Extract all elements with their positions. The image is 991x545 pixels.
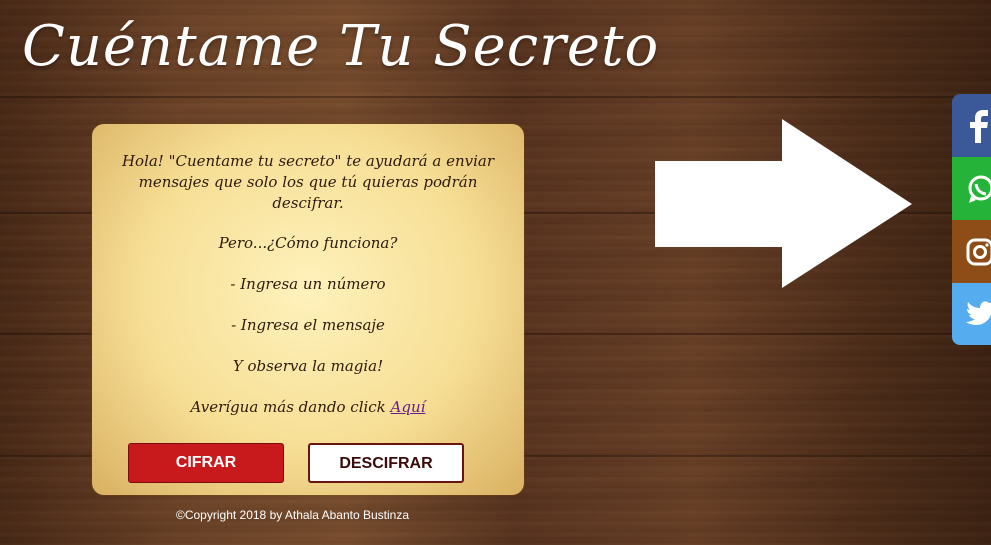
encrypt-button[interactable]: CIFRAR bbox=[128, 443, 284, 483]
outcome-text: Y observa la magia! bbox=[232, 357, 384, 375]
more-info-line: Averígua más dando click Aquí bbox=[106, 397, 510, 418]
info-card: Hola! "Cuentame tu secreto" te ayudará a… bbox=[92, 124, 524, 495]
whatsapp-share-button[interactable] bbox=[952, 157, 991, 220]
step-number-text: - Ingresa un número bbox=[230, 275, 386, 293]
whatsapp-icon bbox=[968, 175, 991, 203]
twitter-icon bbox=[966, 301, 991, 325]
decrypt-button[interactable]: DESCIFRAR bbox=[308, 443, 464, 483]
more-info-link[interactable]: Aquí bbox=[391, 398, 426, 416]
wood-plank-line bbox=[0, 96, 991, 98]
question-text: Pero...¿Cómo funciona? bbox=[218, 234, 398, 252]
card-text: Hola! "Cuentame tu secreto" te ayudará a… bbox=[106, 151, 510, 438]
facebook-share-button[interactable] bbox=[952, 94, 991, 157]
arrow-right-icon bbox=[655, 119, 912, 288]
more-info-text: Averígua más dando click bbox=[190, 398, 391, 416]
intro-text: Hola! "Cuentame tu secreto" te ayudará a… bbox=[121, 152, 495, 212]
instagram-icon bbox=[966, 238, 991, 265]
twitter-share-button[interactable] bbox=[952, 283, 991, 345]
instagram-share-button[interactable] bbox=[952, 220, 991, 283]
copyright-text: ©Copyright 2018 by Athala Abanto Bustinz… bbox=[176, 508, 409, 522]
page-title: Cuéntame Tu Secreto bbox=[22, 14, 660, 79]
facebook-icon bbox=[970, 109, 988, 143]
step-message-text: - Ingresa el mensaje bbox=[231, 316, 385, 334]
social-share-bar bbox=[952, 94, 991, 345]
